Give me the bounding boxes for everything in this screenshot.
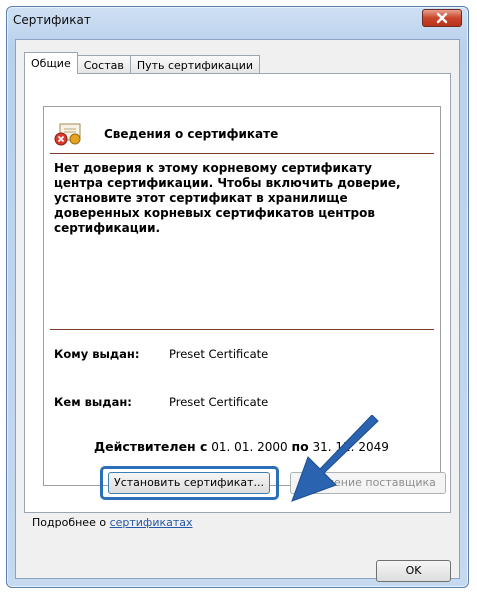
tab-strip: Общие Состав Путь сертификации xyxy=(24,52,261,74)
ok-button[interactable]: OK xyxy=(376,560,451,582)
tab-panel-general: Сведения о сертификате Нет доверия к это… xyxy=(24,73,451,513)
divider-top xyxy=(50,153,434,154)
install-certificate-button[interactable]: Установить сертификат... xyxy=(108,472,270,494)
dialog-body: Общие Состав Путь сертификации Сведения … xyxy=(15,39,460,582)
close-button[interactable] xyxy=(422,9,462,27)
info-title: Сведения о сертификате xyxy=(104,127,279,141)
tab-details[interactable]: Состав xyxy=(76,55,131,74)
divider-middle xyxy=(50,329,434,330)
certificate-icon xyxy=(54,123,81,146)
arrow-pointer-icon xyxy=(291,415,379,502)
issued-to-label: Кому выдан: xyxy=(54,347,140,361)
issued-to-value: Preset Certificate xyxy=(169,347,269,361)
issued-by-label: Кем выдан: xyxy=(54,395,132,409)
more-info-prefix: Подробнее о xyxy=(32,516,110,529)
valid-from-date: 01. 01. 2000 xyxy=(211,440,288,454)
window-title: Сертификат xyxy=(13,13,91,27)
issued-by-value: Preset Certificate xyxy=(169,395,269,409)
tab-general[interactable]: Общие xyxy=(24,52,78,74)
valid-from-label: Действителен с xyxy=(94,439,208,454)
certificate-dialog: Сертификат Общие Состав Путь сертификаци… xyxy=(6,6,469,588)
certificates-link[interactable]: сертификатах xyxy=(110,516,193,529)
close-icon xyxy=(436,12,448,24)
trust-warning-text: Нет доверия к этому корневому сертификат… xyxy=(54,161,401,235)
more-info-line: Подробнее о сертификатах xyxy=(32,516,193,529)
tab-certification-path[interactable]: Путь сертификации xyxy=(129,55,261,74)
